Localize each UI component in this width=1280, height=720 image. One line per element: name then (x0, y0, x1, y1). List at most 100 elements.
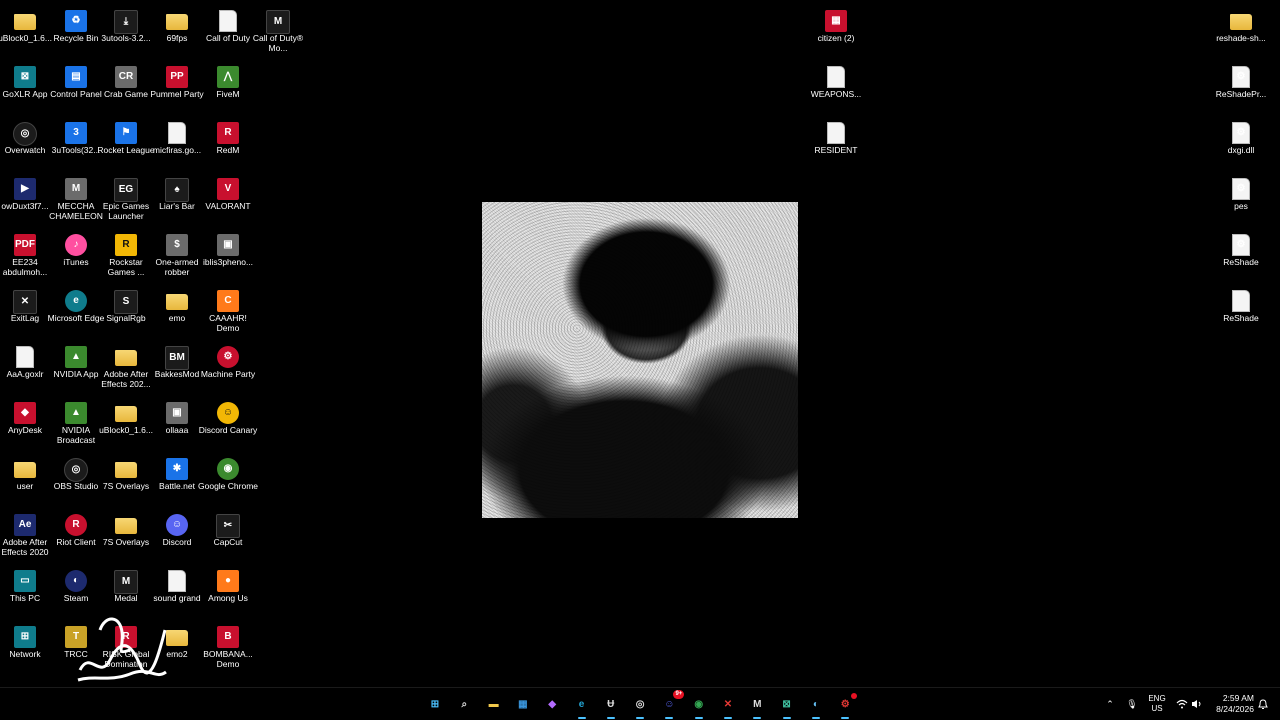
desktop-icon-ublock0-1-6[interactable]: uBlock0_1.6... (98, 397, 154, 451)
desktop-icon-redm[interactable]: R RedM (200, 117, 256, 171)
desktop-icon-3utools-3-2[interactable]: ⤓ 3utools-3.2... (98, 5, 154, 59)
desktop-icon-dxgi-dll[interactable]: ⚙ dxgi.dll (1213, 117, 1269, 171)
desktop-icon-crab-game[interactable]: CR Crab Game (98, 61, 154, 115)
one-armed-robber-icon: $ (166, 234, 188, 256)
desktop-icon-recycle-bin[interactable]: ♻ Recycle Bin (48, 5, 104, 59)
desktop-icon-discord[interactable]: ☺ Discord (149, 509, 205, 563)
taskbar-edge-icon[interactable]: e (571, 693, 593, 719)
tray-overflow-chevron-icon[interactable]: ⌃ (1102, 688, 1118, 720)
desktop-icon-label: VALORANT (205, 201, 251, 211)
desktop-icon-pummel-party[interactable]: PP Pummel Party (149, 61, 205, 115)
taskbar-copilot-icon[interactable]: ◆ (541, 693, 563, 715)
desktop-icon-caaahr-demo[interactable]: C CAAAHR! Demo (200, 285, 256, 339)
desktop-icon-google-chrome[interactable]: ◉ Google Chrome (198, 453, 258, 507)
desktop-icon-signalrgb[interactable]: S SignalRgb (98, 285, 154, 339)
folder-icon (115, 462, 137, 478)
desktop-icon-label: dxgi.dll (1227, 145, 1255, 155)
desktop-icon-7s-overlays[interactable]: 7S Overlays (98, 509, 154, 563)
desktop-icon-battle-net[interactable]: ✱ Battle.net (149, 453, 205, 507)
after-effects-icon: Ae (14, 514, 36, 536)
desktop-icon-goxlr-app[interactable]: ⊠ GoXLR App (0, 61, 53, 115)
desktop-icon-3utools-32[interactable]: 3 3uTools(32... (48, 117, 104, 171)
volume-icon[interactable] (1190, 688, 1204, 720)
desktop-icon-call-of-duty-mo[interactable]: M Call of Duty® Mo... (250, 5, 306, 59)
clock-time: 2:59 AM (1222, 693, 1254, 703)
taskbar-discord-icon[interactable]: ☺ 9+ (658, 690, 685, 719)
taskbar-start-icon[interactable]: ⊞ (424, 693, 446, 715)
desktop-icon-reshade-sh[interactable]: reshade-sh... (1213, 5, 1269, 59)
taskbar-obs-icon[interactable]: ◎ (629, 693, 651, 719)
desktop-icon-reshade[interactable]: ⚙ ReShade (1213, 229, 1269, 283)
cod-mobile-icon: M (266, 10, 290, 34)
winrar-icon: ▦ (825, 10, 847, 32)
desktop-icon-liar-s-bar[interactable]: ♠ Liar's Bar (149, 173, 205, 227)
taskbar-microsoft-store-icon[interactable]: ▦ (512, 693, 534, 715)
desktop-icon-label: ReShadePr... (1215, 89, 1267, 99)
desktop-icon-7s-overlays[interactable]: 7S Overlays (98, 453, 154, 507)
desktop-icon-label: ReShade (1223, 313, 1259, 323)
notification-bell-icon[interactable] (1256, 688, 1270, 720)
folder-icon (115, 350, 137, 366)
desktop-icon-obs-studio[interactable]: ◎ OBS Studio (48, 453, 104, 507)
taskbar-steam-icon[interactable]: ◐ (805, 693, 827, 719)
clock[interactable]: 2:59 AM 8/24/2026 (1208, 688, 1254, 720)
desktop-icon-bakkesmod[interactable]: BM BakkesMod (149, 341, 205, 395)
desktop-icon-69fps[interactable]: 69fps (149, 5, 205, 59)
taskbar-file-explorer-icon[interactable]: ▬ (483, 693, 505, 715)
desktop-icon-epic-games-launcher[interactable]: EG Epic Games Launcher (98, 173, 154, 227)
desktop-icon-adobe-after-effects-202[interactable]: Adobe After Effects 202... (98, 341, 154, 395)
desktop-icon-fivem[interactable]: ⋀ FiveM (200, 61, 256, 115)
desktop-icon-machine-party[interactable]: ⚙ Machine Party (200, 341, 256, 395)
desktop-icon-ublock0-1-6[interactable]: uBlock0_1.6... (0, 5, 53, 59)
wifi-icon[interactable] (1175, 688, 1189, 720)
taskbar-chrome-icon[interactable]: ◉ (688, 693, 710, 719)
desktop-icon-valorant[interactable]: V VALORANT (200, 173, 256, 227)
desktop-icon-resident[interactable]: RESIDENT (808, 117, 864, 171)
microphone-icon[interactable]: 🎙 (1124, 688, 1140, 720)
discord-canary-icon: ☺ (217, 402, 239, 424)
desktop-icon-user[interactable]: user (0, 453, 53, 507)
desktop-icon-micfiras-go[interactable]: micfiras.go... (149, 117, 205, 171)
desktop-icon-one-armed-robber[interactable]: $ One-armed robber (149, 229, 205, 283)
battlenet-icon: ✱ (166, 458, 188, 480)
anydesk-icon: ◆ (14, 402, 36, 424)
taskbar-3utools-icon[interactable]: Ʉ (600, 693, 622, 719)
desktop-icon-reshadepr[interactable]: ⚙ ReShadePr... (1213, 61, 1269, 115)
desktop-icon-pes[interactable]: ⚙ pes (1213, 173, 1269, 227)
goxlr-icon: ⊠ (14, 66, 36, 88)
meccha-icon: M (65, 178, 87, 200)
desktop-icon-exitlag[interactable]: ✕ ExitLag (0, 285, 53, 339)
pdf-icon: PDF (14, 234, 36, 256)
desktop-icon-citizen-2[interactable]: ▦ citizen (2) (808, 5, 864, 59)
desktop-icon-adobe-after-effects-2020[interactable]: Ae Adobe After Effects 2020 (0, 509, 53, 563)
desktop-icon-network[interactable]: ⊞ Network (0, 621, 53, 675)
doc-icon (827, 66, 845, 88)
desktop-icon-discord-canary[interactable]: ☺ Discord Canary (199, 397, 257, 451)
desktop-icon-aaa-goxlr[interactable]: AaA.goxlr (0, 341, 53, 395)
gear-doc-icon: ⚙ (1232, 122, 1250, 144)
taskbar-riot-icon[interactable]: ⚙ (834, 693, 858, 719)
desktop-icon-overwatch[interactable]: ◎ Overwatch (0, 117, 53, 171)
desktop-icon-riot-client[interactable]: R Riot Client (48, 509, 104, 563)
taskbar-search-icon[interactable]: ⌕ (453, 693, 475, 715)
desktop-icon-ollaaa[interactable]: ▣ ollaaa (149, 397, 205, 451)
desktop-icon-bombana-demo[interactable]: B BOMBANA... Demo (200, 621, 256, 675)
desktop-icon-among-us[interactable]: ● Among Us (200, 565, 256, 619)
desktop-icon-this-pc[interactable]: ▭ This PC (0, 565, 53, 619)
taskbar-goxlr-icon[interactable]: ⊠ (776, 693, 798, 719)
desktop-icon-ee234-abdulmoh[interactable]: PDF EE234 abdulmoh... (0, 229, 53, 283)
desktop-icon-weapons[interactable]: WEAPONS... (808, 61, 864, 115)
taskbar-medal-icon[interactable]: M (746, 693, 768, 719)
language-indicator[interactable]: ENG US (1145, 688, 1169, 720)
desktop-icon-emo[interactable]: emo (149, 285, 205, 339)
desktop-icon-capcut[interactable]: ✂ CapCut (200, 509, 256, 563)
taskbar-exitlag-icon[interactable]: ✕ (717, 693, 739, 719)
discord-icon: ☺ (166, 514, 188, 536)
desktop-icon-reshade[interactable]: ReShade (1213, 285, 1269, 339)
desktop-icon-microsoft-edge[interactable]: e Microsoft Edge (48, 285, 104, 339)
desktop-icon-rocket-league[interactable]: ⚑ Rocket League (97, 117, 155, 171)
desktop-icon-rockstar-games[interactable]: R Rockstar Games ... (98, 229, 154, 283)
desktop-icon-nvidia-broadcast[interactable]: ▲ NVIDIA Broadcast (48, 397, 104, 451)
desktop-icon-iblis3pheno[interactable]: ▣ iblis3pheno... (200, 229, 256, 283)
desktop-icon-control-panel[interactable]: ▤ Control Panel (48, 61, 104, 115)
